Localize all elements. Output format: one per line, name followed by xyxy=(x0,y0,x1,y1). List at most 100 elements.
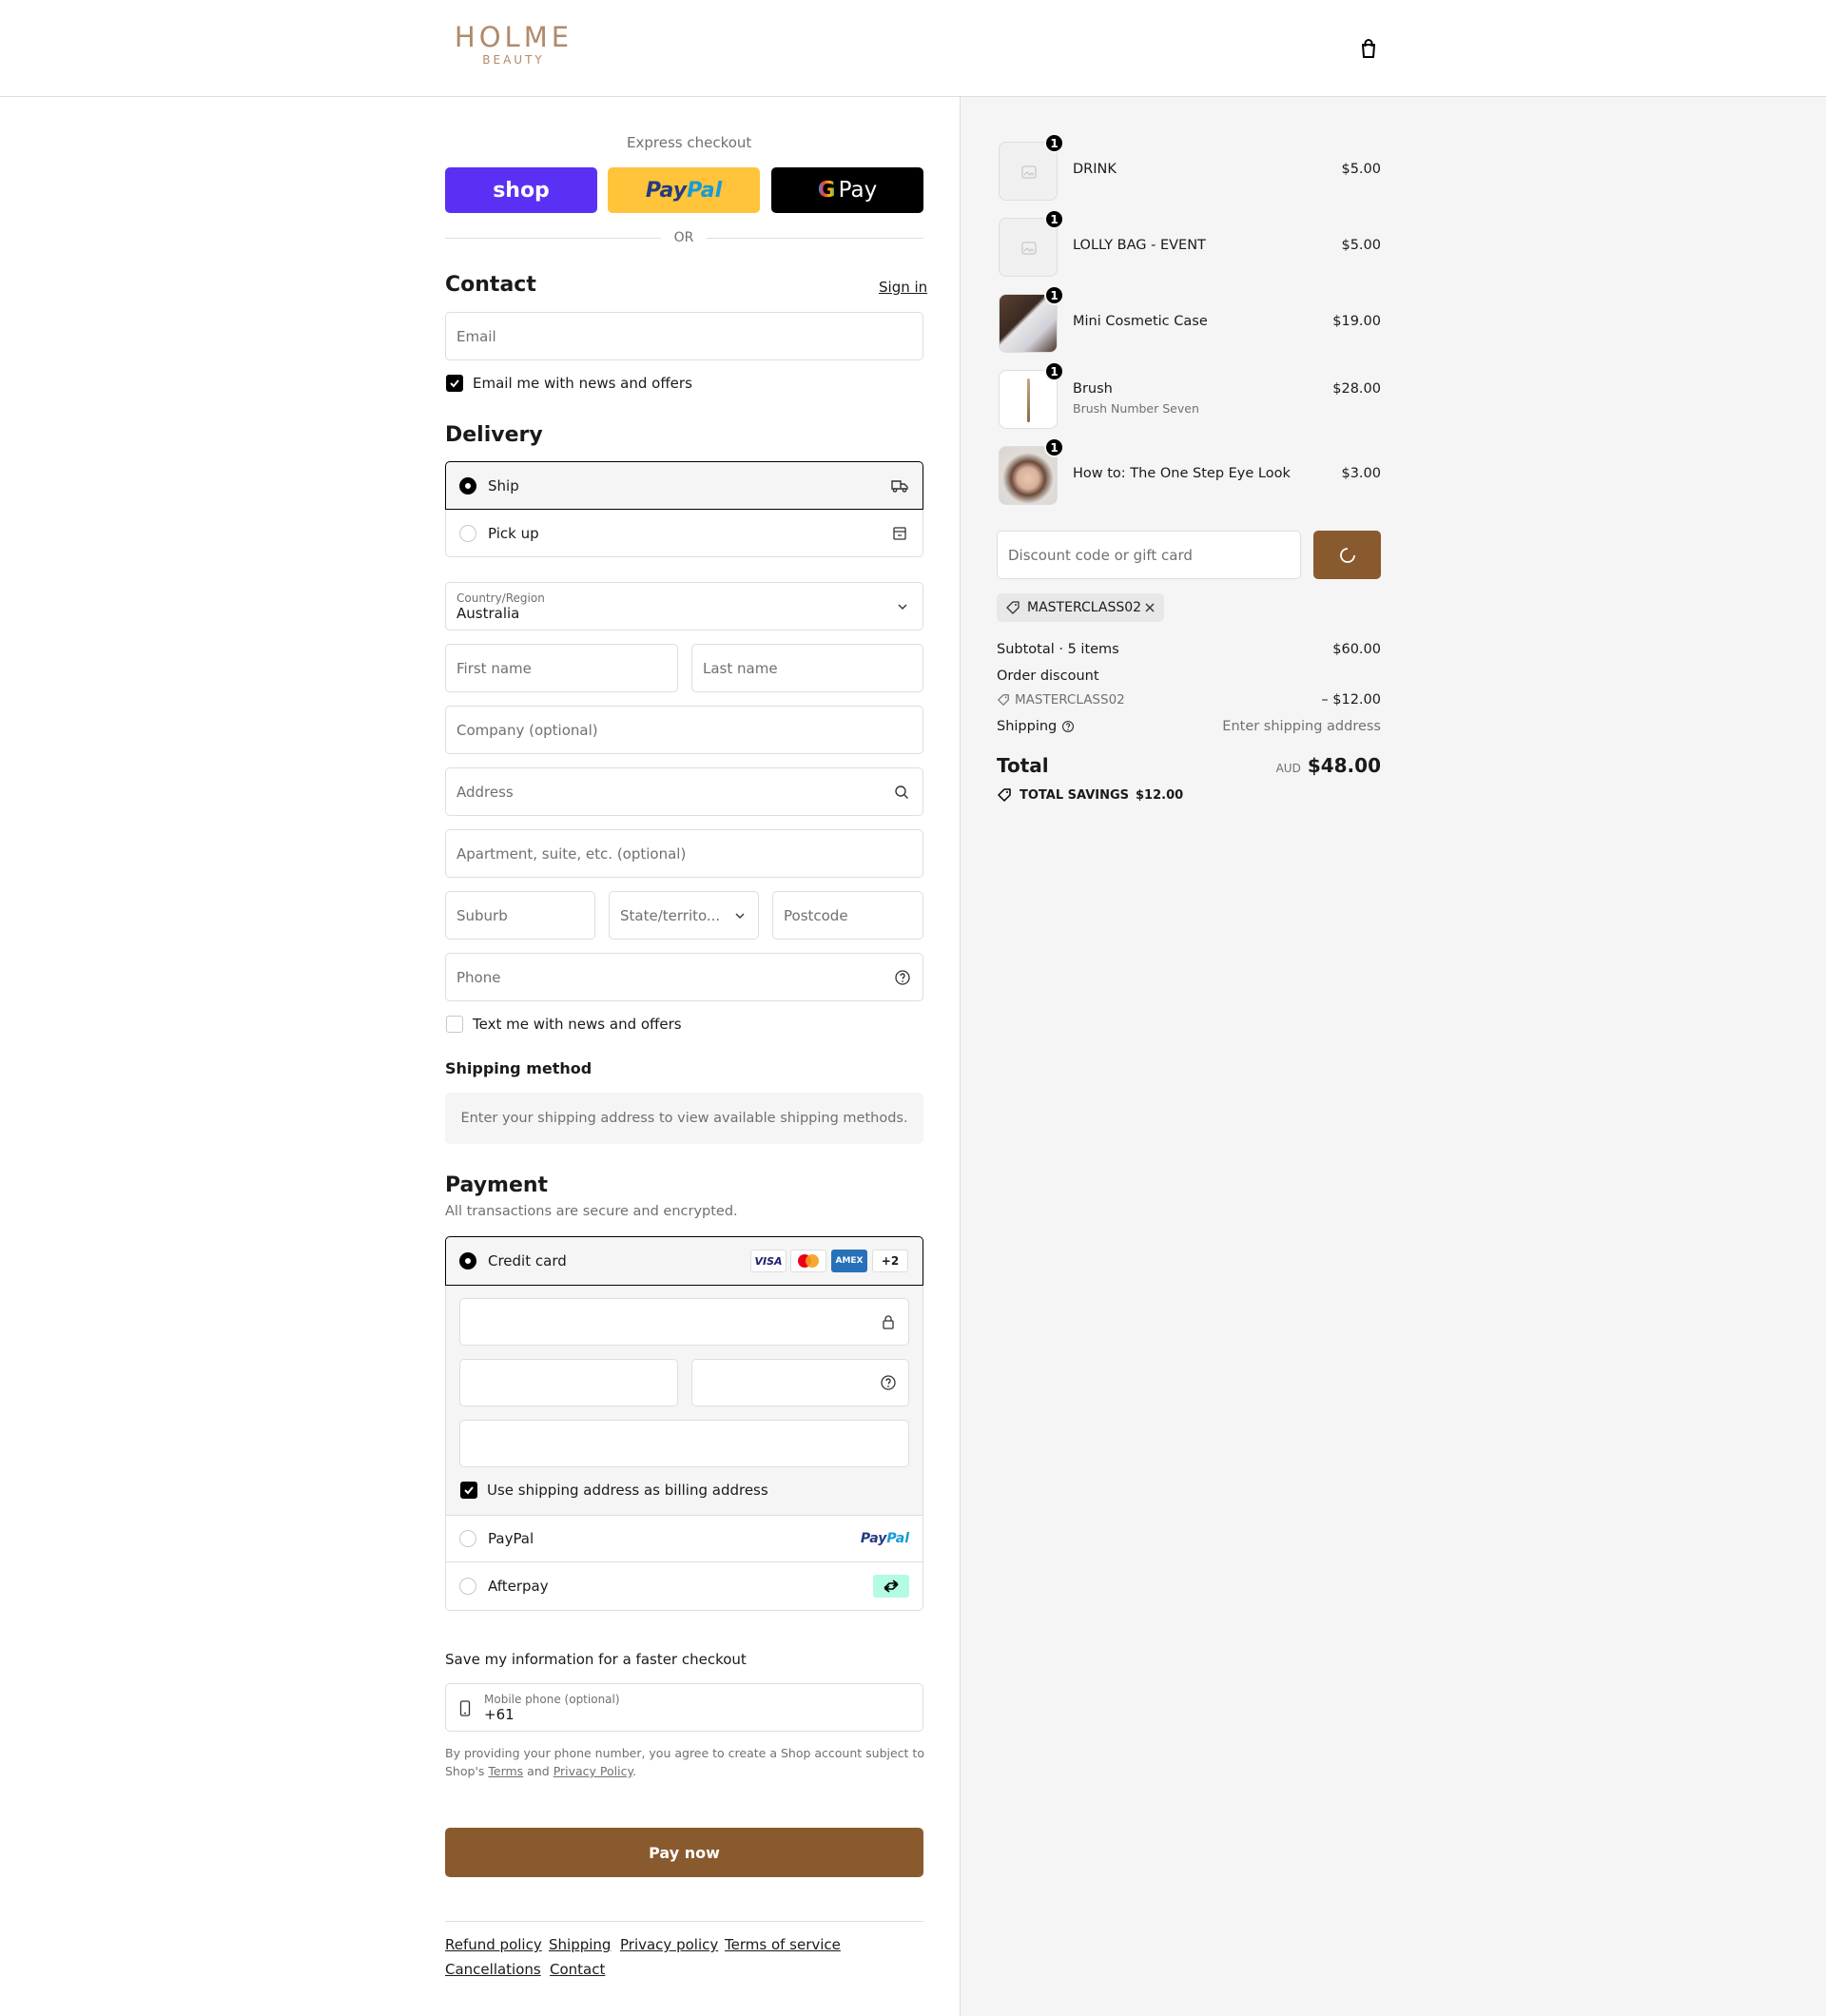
line-item-image: 1 xyxy=(999,133,1064,201)
quantity-badge: 1 xyxy=(1044,209,1064,229)
line-item-name: Brush xyxy=(1073,381,1113,397)
order-discount-label: Order discount xyxy=(997,669,1099,684)
email-news-checkbox[interactable] xyxy=(446,375,463,392)
logo-main: HOLME xyxy=(454,21,573,53)
pickup-option[interactable]: Pick up xyxy=(445,510,923,557)
google-pay-button[interactable]: G Pay xyxy=(771,167,923,213)
help-circle-icon[interactable] xyxy=(1061,720,1075,733)
name-on-card-field[interactable] xyxy=(459,1420,909,1467)
line-item-image: 1 xyxy=(999,209,1064,277)
email-field[interactable]: Email xyxy=(445,312,923,360)
subtotal-label: Subtotal · 5 items xyxy=(997,642,1119,657)
card-number-field[interactable] xyxy=(459,1298,909,1346)
mobile-phone-label: Mobile phone (optional) xyxy=(484,1692,620,1706)
credit-card-label: Credit card xyxy=(488,1252,567,1270)
ship-radio[interactable] xyxy=(459,476,476,494)
paypal-logo-pal: Pal xyxy=(687,178,723,203)
postcode-field[interactable]: Postcode xyxy=(772,891,923,940)
suburb-field[interactable]: Suburb xyxy=(445,891,595,940)
contact-link[interactable]: Contact xyxy=(550,1961,605,1978)
apartment-field[interactable]: Apartment, suite, etc. (optional) xyxy=(445,829,923,878)
terms-link[interactable]: Terms xyxy=(488,1764,523,1778)
email-placeholder: Email xyxy=(456,327,496,345)
footer-divider xyxy=(445,1921,923,1922)
line-item-name: DRINK xyxy=(1073,162,1117,177)
more-cards-badge[interactable]: +2 xyxy=(872,1250,908,1272)
shop-disclaimer-line1: By providing your phone number, you agre… xyxy=(445,1746,924,1760)
store-icon xyxy=(893,526,906,540)
first-name-field[interactable]: First name xyxy=(445,644,678,692)
discount-code-field[interactable]: Discount code or gift card xyxy=(997,531,1301,579)
discount-code-row: MASTERCLASS02 xyxy=(997,692,1125,708)
cancellations-link[interactable]: Cancellations xyxy=(445,1961,541,1978)
pickup-radio[interactable] xyxy=(459,524,476,542)
pickup-label: Pick up xyxy=(488,524,539,542)
afterpay-option[interactable]: Afterpay xyxy=(445,1562,923,1611)
paypal-small-logo: PayPal xyxy=(860,1531,909,1546)
currency-code: AUD xyxy=(1275,762,1301,775)
security-code-field[interactable] xyxy=(691,1359,909,1406)
line-item-variant: Brush Number Seven xyxy=(1073,401,1199,416)
paypal-radio[interactable] xyxy=(459,1530,476,1547)
company-field[interactable]: Company (optional) xyxy=(445,706,923,754)
line-item-price: $5.00 xyxy=(1341,238,1381,253)
line-item-image: 1 xyxy=(999,437,1064,505)
help-circle-icon[interactable] xyxy=(880,1374,897,1391)
refund-policy-link[interactable]: Refund policy xyxy=(445,1936,542,1953)
text-news-checkbox[interactable] xyxy=(446,1016,463,1033)
privacy-policy-link[interactable]: Privacy Policy xyxy=(554,1764,632,1778)
cart-button[interactable] xyxy=(1356,36,1381,61)
shipping-value: Enter shipping address xyxy=(1222,719,1381,734)
last-name-placeholder: Last name xyxy=(703,659,778,677)
privacy-policy-footer-link[interactable]: Privacy policy xyxy=(620,1936,718,1953)
expiry-field[interactable] xyxy=(459,1359,678,1406)
address-field[interactable]: Address xyxy=(445,767,923,816)
paypal-button[interactable]: Pay Pal xyxy=(608,167,760,213)
shipping-row-label: Shipping xyxy=(997,719,1075,734)
mobile-phone-value: +61 xyxy=(484,1705,515,1723)
paypal-option[interactable]: PayPal PayPal xyxy=(445,1515,923,1562)
pay-now-button[interactable]: Pay now xyxy=(445,1828,923,1877)
country-select[interactable]: Country/Region Australia xyxy=(445,582,923,630)
discount-code-label: MASTERCLASS02 xyxy=(1015,692,1125,708)
or-label: OR xyxy=(673,230,694,245)
phone-placeholder: Phone xyxy=(456,968,501,986)
total-label: Total xyxy=(997,754,1049,777)
state-select[interactable]: State/territo... xyxy=(609,891,759,940)
country-value: Australia xyxy=(456,604,520,622)
help-circle-icon[interactable] xyxy=(894,969,911,986)
total-value: $48.00 xyxy=(1307,754,1381,777)
tag-icon xyxy=(998,788,1011,802)
shop-pay-button[interactable]: shop xyxy=(445,167,597,213)
line-item-image: 1 xyxy=(999,361,1064,429)
terms-of-service-link[interactable]: Terms of service xyxy=(725,1936,841,1953)
phone-field[interactable]: Phone xyxy=(445,953,923,1001)
shipping-method-message: Enter your shipping address to view avai… xyxy=(460,1111,908,1126)
applied-discount-tag: MASTERCLASS02 xyxy=(997,593,1164,622)
total-savings-value: $12.00 xyxy=(1136,787,1184,803)
checkmark-icon xyxy=(450,379,459,388)
store-logo[interactable]: HOLME BEAUTY xyxy=(445,21,582,67)
chevron-down-icon xyxy=(735,913,745,919)
remove-discount-icon[interactable] xyxy=(1144,602,1156,613)
delivery-heading: Delivery xyxy=(445,423,543,447)
ship-option[interactable]: Ship xyxy=(445,461,923,510)
first-name-placeholder: First name xyxy=(456,659,532,677)
apply-discount-button[interactable] xyxy=(1313,531,1381,579)
quantity-badge: 1 xyxy=(1044,285,1064,305)
header: HOLME BEAUTY xyxy=(0,0,1826,97)
text-news-label: Text me with news and offers xyxy=(473,1016,682,1033)
mobile-phone-field[interactable]: Mobile phone (optional) +61 xyxy=(445,1683,923,1732)
credit-card-radio[interactable] xyxy=(459,1252,476,1270)
amex-logo: AMEX xyxy=(831,1250,867,1272)
payment-heading: Payment xyxy=(445,1173,549,1197)
billing-same-checkbox[interactable] xyxy=(460,1482,477,1499)
mastercard-circles-icon xyxy=(798,1254,819,1268)
visa-logo: VISA xyxy=(750,1250,787,1272)
sign-in-link[interactable]: Sign in xyxy=(879,279,927,296)
shipping-policy-link[interactable]: Shipping xyxy=(549,1936,611,1953)
image-placeholder-icon xyxy=(1021,242,1037,255)
last-name-field[interactable]: Last name xyxy=(691,644,923,692)
shop-disclaimer-line2: Shop's Terms and Privacy Policy. xyxy=(445,1764,637,1778)
afterpay-radio[interactable] xyxy=(459,1578,476,1595)
